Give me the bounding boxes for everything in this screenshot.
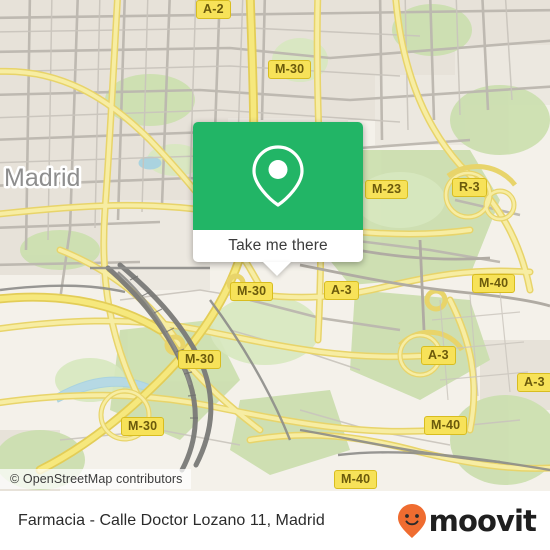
city-label: Madrid xyxy=(4,164,80,192)
road-shield: M-30 xyxy=(230,282,274,301)
moovit-smile-pin-icon xyxy=(397,504,426,538)
road-shield: A-3 xyxy=(421,346,456,365)
moovit-wordmark: moovit xyxy=(428,504,537,538)
road-shield: A-2 xyxy=(196,0,231,19)
take-me-there-button[interactable]: Take me there xyxy=(193,230,363,262)
road-shield: M-30 xyxy=(121,417,165,436)
callout-icon-area xyxy=(193,122,363,230)
road-shield: M-30 xyxy=(178,350,222,369)
footer-bar: Farmacia - Calle Doctor Lozano 11, Madri… xyxy=(0,491,550,550)
moovit-logo[interactable]: moovit xyxy=(396,503,537,539)
road-shield: M-40 xyxy=(334,470,378,489)
road-shield: M-40 xyxy=(424,416,468,435)
take-me-there-label: Take me there xyxy=(228,237,328,254)
osm-attribution: © OpenStreetMap contributors xyxy=(0,469,191,489)
road-shield: M-40 xyxy=(472,274,516,293)
road-shield: M-30 xyxy=(268,60,312,79)
map-screenshot: Madrid Madrid A-2 M-30 M-23 R-3 M-30 A-3 M-40 M… xyxy=(0,0,550,550)
road-shield: A-3 xyxy=(324,281,359,300)
location-callout-card[interactable]: Take me there xyxy=(193,122,363,276)
road-shield: A-3 xyxy=(517,373,550,392)
map-pin-icon xyxy=(252,145,304,207)
road-shield: R-3 xyxy=(452,178,487,197)
road-shield: M-23 xyxy=(365,180,409,199)
location-title: Farmacia - Calle Doctor Lozano 11, Madri… xyxy=(18,512,325,529)
callout-tail xyxy=(263,262,291,276)
